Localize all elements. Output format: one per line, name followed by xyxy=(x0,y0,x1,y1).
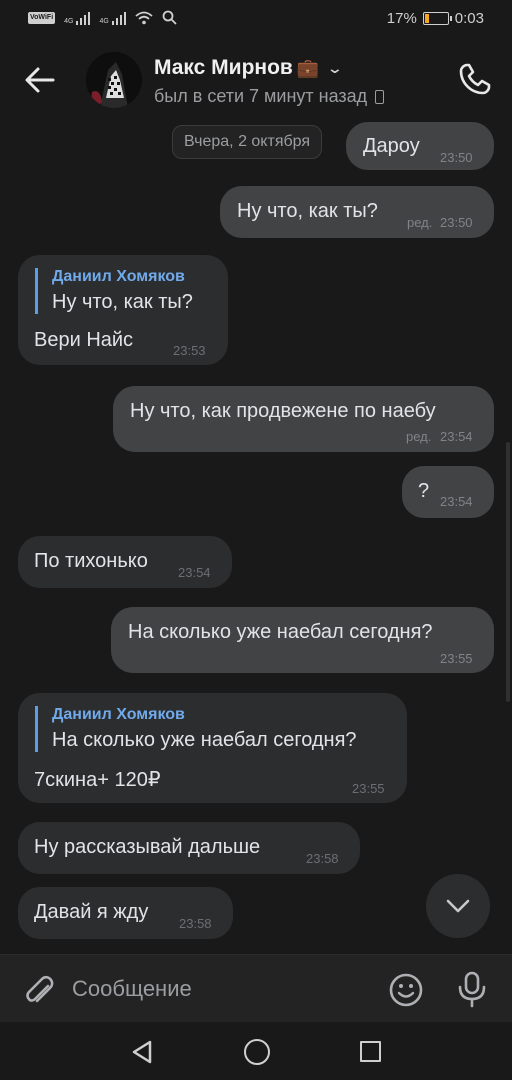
message-text: Дароу xyxy=(363,135,420,157)
back-arrow-icon[interactable] xyxy=(22,62,58,98)
message-bubble-incoming[interactable]: Давай я жду 23:58 xyxy=(18,887,233,939)
message-bubble-incoming[interactable]: Ну рассказывай дальше 23:58 xyxy=(18,822,360,874)
battery-percent: 17% xyxy=(386,10,417,27)
reply-quote[interactable]: Даниил Хомяков Ну что, как ты? xyxy=(35,268,193,314)
message-text: 7скина+ 120₽ xyxy=(34,769,161,791)
reply-text: Ну что, как ты? xyxy=(52,291,193,313)
wifi-icon xyxy=(135,11,153,24)
edited-mark: ред. xyxy=(407,215,433,230)
message-text: ? xyxy=(418,480,430,502)
message-time: 23:55 xyxy=(352,781,385,796)
paperclip-icon[interactable] xyxy=(20,971,56,1007)
message-time: 23:54 xyxy=(440,429,473,444)
message-time: 23:53 xyxy=(173,343,206,358)
scroll-to-bottom-button[interactable] xyxy=(426,874,490,938)
message-bubble-outgoing[interactable]: Ну что, как продвежене по наебу ред. 23:… xyxy=(113,386,494,452)
reply-quote[interactable]: Даниил Хомяков На сколько уже наебал сег… xyxy=(35,706,357,752)
message-text: Давай я жду xyxy=(34,901,149,923)
message-bubble-incoming[interactable]: Даниил Хомяков На сколько уже наебал сег… xyxy=(18,693,407,803)
battery-icon xyxy=(422,12,452,25)
message-bubble-incoming[interactable]: Даниил Хомяков Ну что, как ты? Вери Найс… xyxy=(18,255,228,365)
signal-strength-icon: 4G xyxy=(64,11,91,25)
date-separator: Вчера, 2 октября xyxy=(172,125,323,159)
message-text: Ну что, как продвежене по наебу xyxy=(130,400,436,422)
message-time: 23:58 xyxy=(306,851,339,866)
message-bubble-incoming[interactable]: По тихонько 23:54 xyxy=(18,536,232,588)
clock: 0:03 xyxy=(454,10,484,27)
phone-call-icon[interactable] xyxy=(456,60,494,98)
emoji-icon[interactable] xyxy=(388,972,424,1008)
message-text: Вери Найс xyxy=(34,329,134,351)
message-text: На сколько уже наебал сегодня? xyxy=(128,621,433,643)
message-text: Ну что, как ты? xyxy=(237,200,378,222)
nav-home-icon[interactable] xyxy=(244,1039,270,1065)
reply-author: Даниил Хомяков xyxy=(52,268,185,285)
message-bubble-outgoing[interactable]: Ну что, как ты? ред. 23:50 xyxy=(220,186,494,238)
search-icon xyxy=(162,10,177,25)
message-time: 23:58 xyxy=(179,916,212,931)
message-bubble-outgoing[interactable]: На сколько уже наебал сегодня? 23:55 xyxy=(111,607,494,673)
system-navigation-bar xyxy=(0,1022,512,1080)
signal-strength-icon-2: 4G xyxy=(99,11,126,25)
message-list[interactable]: Вчера, 2 октября Дароу 23:50 Ну что, как… xyxy=(0,122,512,954)
vowifi-badge: VoWiFi xyxy=(28,11,56,24)
message-text: Ну рассказывай дальше xyxy=(34,836,261,858)
contact-name-text: Макс Мирнов xyxy=(154,56,293,79)
nav-back-icon[interactable] xyxy=(130,1040,154,1064)
message-bubble-outgoing[interactable]: ? 23:54 xyxy=(402,466,494,518)
message-time: 23:54 xyxy=(178,565,211,580)
mobile-device-icon xyxy=(375,89,385,104)
message-input[interactable] xyxy=(72,967,372,1011)
microphone-icon[interactable] xyxy=(454,970,490,1008)
message-time: 23:54 xyxy=(440,494,473,509)
status-bar: VoWiFi 4G 4G 17% 0:03 xyxy=(0,0,512,38)
chat-header: Макс Мирнов 💼 ⌄ был в сети 7 минут назад xyxy=(0,38,512,122)
last-seen-text: был в сети 7 минут назад xyxy=(154,86,368,106)
chevron-down-icon[interactable]: ⌄ xyxy=(327,60,343,77)
chevron-down-icon xyxy=(446,899,470,913)
edited-mark: ред. xyxy=(406,429,432,444)
reply-author: Даниил Хомяков xyxy=(52,706,185,723)
nav-recents-icon[interactable] xyxy=(360,1041,381,1062)
reply-text: На сколько уже наебал сегодня? xyxy=(52,729,357,751)
last-seen-status: был в сети 7 минут назад xyxy=(154,86,385,107)
chat-scrollbar[interactable] xyxy=(506,442,510,702)
message-bubble-outgoing[interactable]: Дароу 23:50 xyxy=(346,122,494,170)
briefcase-icon: 💼 xyxy=(296,57,320,78)
message-time: 23:50 xyxy=(440,215,473,230)
avatar[interactable] xyxy=(86,52,142,108)
contact-name[interactable]: Макс Мирнов 💼 ⌄ xyxy=(154,56,343,80)
message-text: По тихонько xyxy=(34,550,148,572)
message-composer xyxy=(0,954,512,1022)
message-time: 23:50 xyxy=(440,150,473,165)
message-time: 23:55 xyxy=(440,651,473,666)
